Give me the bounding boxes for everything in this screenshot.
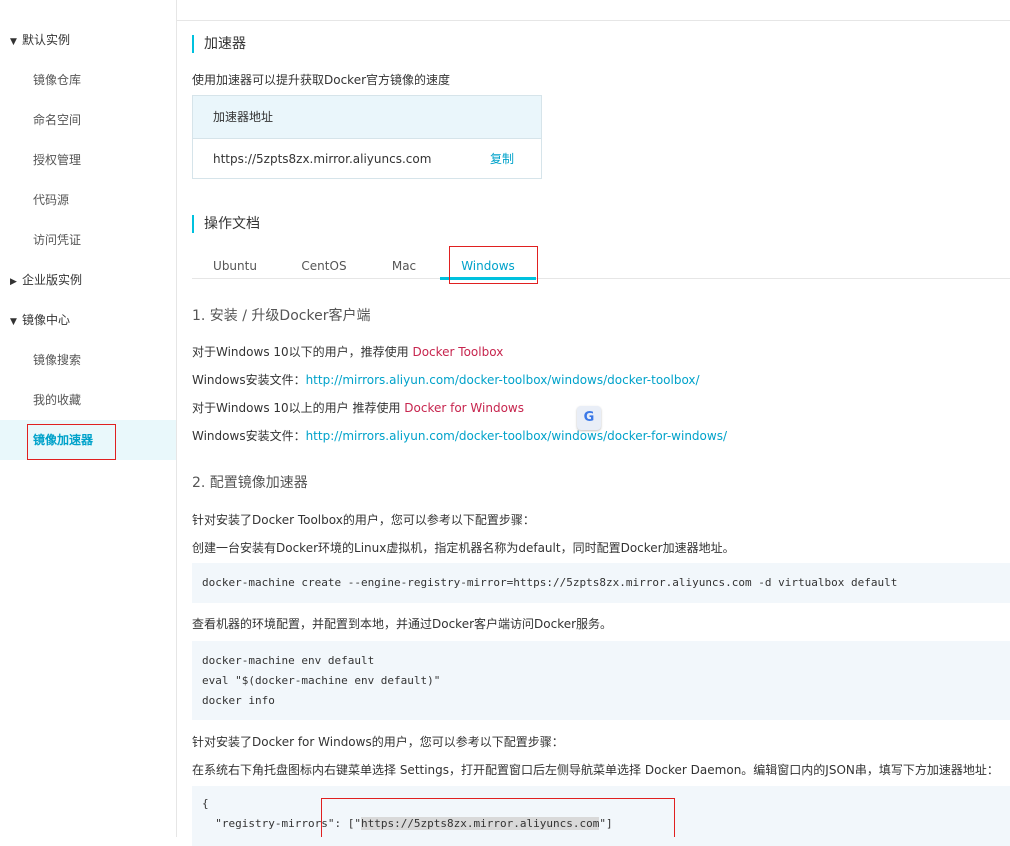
sidebar-group-label: 默认实例	[22, 33, 71, 47]
sidebar-item-favorites[interactable]: 我的收藏	[0, 380, 176, 420]
code-line: docker-machine env default	[202, 654, 375, 667]
caret-down-icon: ▼	[10, 317, 17, 327]
os-tabs: Ubuntu CentOS Mac Windows	[192, 255, 1010, 280]
sidebar-group-label: 镜像中心	[22, 313, 71, 327]
code-json-key: "registry-mirrors": ["	[202, 817, 361, 830]
caret-down-icon: ▼	[10, 37, 17, 47]
doc-line-3-text: 对于Windows 10以上的用户 推荐使用	[192, 401, 405, 415]
tab-mac[interactable]: Mac	[380, 255, 428, 277]
code-block-env[interactable]: docker-machine env default eval "$(docker…	[192, 641, 1010, 720]
doc-line-4: Windows安装文件：http://mirrors.aliyun.com/do…	[192, 427, 727, 444]
sidebar-item-namespaces[interactable]: 命名空间	[0, 100, 176, 140]
google-translate-icon[interactable]: G	[577, 406, 601, 430]
tab-centos[interactable]: CentOS	[292, 255, 356, 277]
step2-title: 2. 配置镜像加速器	[192, 475, 308, 491]
tab-windows[interactable]: Windows	[440, 255, 536, 280]
code-block-create-machine[interactable]: docker-machine create --engine-registry-…	[192, 563, 1010, 603]
toolbox-download-link[interactable]: http://mirrors.aliyun.com/docker-toolbox…	[306, 373, 700, 387]
tab-ubuntu[interactable]: Ubuntu	[202, 255, 268, 277]
doc-line-1: 对于Windows 10以下的用户，推荐使用 Docker Toolbox	[192, 343, 503, 360]
accelerator-table-header: 加速器地址	[193, 96, 541, 139]
sidebar-group-default-instance[interactable]: ▼ 默认实例	[10, 30, 70, 50]
sidebar-item-code-source[interactable]: 代码源	[0, 180, 176, 220]
dfw-intro: 针对安装了Docker for Windows的用户，您可以参考以下配置步骤：	[192, 735, 564, 749]
code-block-json[interactable]: { "registry-mirrors": ["https://5zpts8zx…	[192, 786, 1010, 846]
toolbox-step-1: 创建一台安装有Docker环境的Linux虚拟机，指定机器名称为default，…	[192, 541, 735, 555]
code-line: "registry-mirrors": ["https://5zpts8zx.m…	[202, 814, 1000, 834]
sidebar: ▼ 默认实例 镜像仓库 命名空间 授权管理 代码源 访问凭证 ▶ 企业版实例 ▼ 镜像…	[0, 0, 177, 837]
sidebar-group-label: 企业版实例	[22, 273, 83, 287]
dfw-download-link[interactable]: http://mirrors.aliyun.com/docker-toolbox…	[306, 429, 727, 443]
docs-section-title: 操作文档	[192, 215, 260, 233]
doc-line-2-text: Windows安装文件：	[192, 373, 306, 387]
code-line: docker-machine create --engine-registry-…	[202, 576, 898, 589]
sidebar-item-image-search[interactable]: 镜像搜索	[0, 340, 176, 380]
accelerator-address-table: 加速器地址 https://5zpts8zx.mirror.aliyuncs.c…	[192, 95, 542, 179]
code-json-end: "]	[599, 817, 613, 830]
sidebar-group-enterprise-instance[interactable]: ▶ 企业版实例	[10, 270, 82, 290]
doc-line-4-text: Windows安装文件：	[192, 429, 306, 443]
code-json-url: https://5zpts8zx.mirror.aliyuncs.com	[360, 817, 600, 830]
accelerator-description: 使用加速器可以提升获取Docker官方镜像的速度	[192, 73, 451, 87]
code-line: eval "$(docker-machine env default)"	[202, 674, 441, 687]
top-divider	[177, 20, 1010, 21]
doc-line-2: Windows安装文件：http://mirrors.aliyun.com/do…	[192, 371, 700, 388]
doc-line-3: 对于Windows 10以上的用户 推荐使用 Docker for Window…	[192, 399, 524, 416]
step1-title: 1. 安装 / 升级Docker客户端	[192, 308, 371, 324]
sidebar-item-authorization[interactable]: 授权管理	[0, 140, 176, 180]
sidebar-item-access-credentials[interactable]: 访问凭证	[0, 220, 176, 260]
toolbox-intro: 针对安装了Docker Toolbox的用户，您可以参考以下配置步骤：	[192, 513, 535, 527]
sidebar-item-image-accelerator[interactable]: 镜像加速器	[0, 420, 176, 460]
toolbox-step-2: 查看机器的环境配置，并配置到本地，并通过Docker客户端访问Docker服务。	[192, 617, 613, 631]
docker-toolbox-link[interactable]: Docker Toolbox	[412, 345, 503, 359]
accelerator-address-row: https://5zpts8zx.mirror.aliyuncs.com 复制	[193, 139, 541, 179]
copy-button[interactable]: 复制	[490, 139, 514, 179]
dfw-step: 在系统右下角托盘图标内右键菜单选择 Settings，打开配置窗口后左侧导航菜单…	[192, 763, 999, 777]
accelerator-section-title: 加速器	[192, 35, 246, 53]
doc-line-1-text: 对于Windows 10以下的用户，推荐使用	[192, 345, 413, 359]
caret-right-icon: ▶	[10, 277, 17, 287]
code-line: {	[202, 797, 209, 810]
code-line: docker info	[202, 694, 275, 707]
docker-for-windows-link[interactable]: Docker for Windows	[404, 401, 524, 415]
sidebar-item-repositories[interactable]: 镜像仓库	[0, 60, 176, 100]
sidebar-group-image-center[interactable]: ▼ 镜像中心	[10, 310, 70, 330]
accelerator-address: https://5zpts8zx.mirror.aliyuncs.com	[213, 152, 432, 166]
